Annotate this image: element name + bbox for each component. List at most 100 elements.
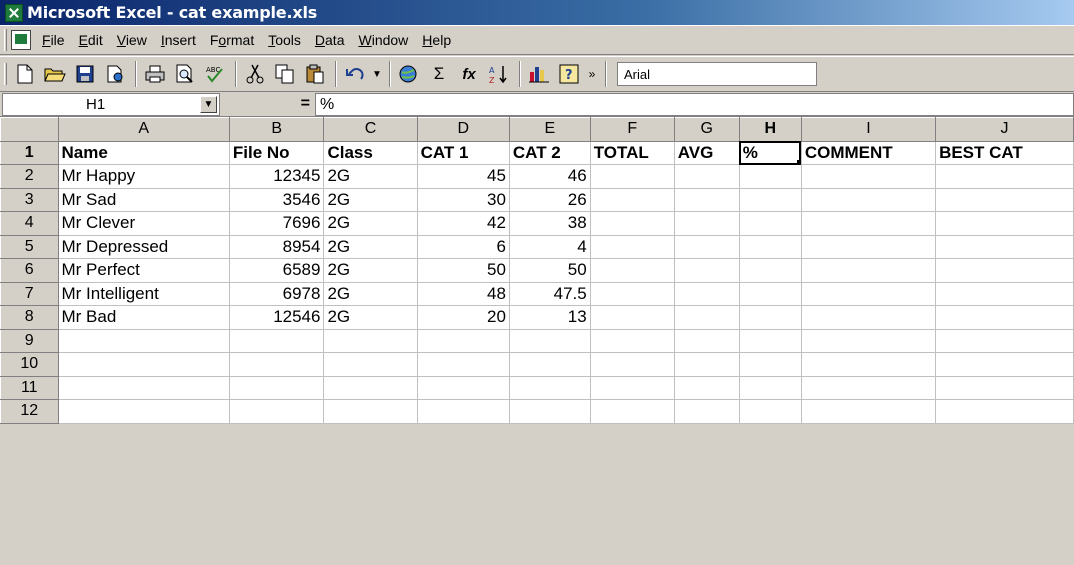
cell-e12[interactable] bbox=[508, 399, 591, 424]
hyperlink-icon[interactable] bbox=[395, 60, 423, 88]
cell-j8[interactable] bbox=[935, 305, 1074, 330]
cell-e3[interactable]: 26 bbox=[508, 187, 591, 212]
cell-f9[interactable] bbox=[589, 328, 675, 353]
cell-h9[interactable] bbox=[738, 328, 802, 353]
column-header-a[interactable]: A bbox=[57, 117, 230, 142]
cell-g6[interactable] bbox=[673, 258, 740, 283]
cell-g10[interactable] bbox=[673, 352, 740, 377]
cell-j6[interactable] bbox=[935, 258, 1074, 283]
cell-a7[interactable]: Mr Intelligent bbox=[57, 281, 230, 306]
cell-d8[interactable]: 20 bbox=[416, 305, 510, 330]
cell-h12[interactable] bbox=[738, 399, 802, 424]
menu-view[interactable]: View bbox=[110, 32, 154, 48]
select-all-button[interactable] bbox=[0, 117, 59, 142]
menu-grip[interactable] bbox=[4, 29, 7, 51]
row-header-7[interactable]: 7 bbox=[0, 281, 59, 306]
cell-b3[interactable]: 3546 bbox=[228, 187, 325, 212]
cell-d7[interactable]: 48 bbox=[416, 281, 510, 306]
cell-h10[interactable] bbox=[738, 352, 802, 377]
cell-h8[interactable] bbox=[738, 305, 802, 330]
cell-a10[interactable] bbox=[57, 352, 230, 377]
cell-a1[interactable]: Name bbox=[57, 140, 230, 165]
cell-h2[interactable] bbox=[738, 164, 802, 189]
cell-d2[interactable]: 45 bbox=[416, 164, 510, 189]
cell-d3[interactable]: 30 bbox=[416, 187, 510, 212]
cell-a4[interactable]: Mr Clever bbox=[57, 211, 230, 236]
cell-g2[interactable] bbox=[673, 164, 740, 189]
row-header-4[interactable]: 4 bbox=[0, 211, 59, 236]
cell-i1[interactable]: COMMENT bbox=[800, 140, 937, 165]
more-buttons-icon[interactable]: » bbox=[585, 60, 599, 88]
name-box[interactable]: H1 ▼ bbox=[2, 92, 220, 116]
cell-f6[interactable] bbox=[589, 258, 675, 283]
cell-b4[interactable]: 7696 bbox=[228, 211, 325, 236]
cell-d11[interactable] bbox=[416, 375, 510, 400]
cell-b2[interactable]: 12345 bbox=[228, 164, 325, 189]
cell-g4[interactable] bbox=[673, 211, 740, 236]
cell-h6[interactable] bbox=[738, 258, 802, 283]
new-icon[interactable] bbox=[11, 60, 39, 88]
cell-h1[interactable]: % bbox=[738, 140, 802, 165]
cell-i9[interactable] bbox=[800, 328, 937, 353]
cell-d12[interactable] bbox=[416, 399, 510, 424]
cell-d4[interactable]: 42 bbox=[416, 211, 510, 236]
font-name-field[interactable]: Arial bbox=[617, 62, 817, 86]
column-header-e[interactable]: E bbox=[508, 117, 591, 142]
cell-j5[interactable] bbox=[935, 234, 1074, 259]
cell-g8[interactable] bbox=[673, 305, 740, 330]
cell-e4[interactable]: 38 bbox=[508, 211, 591, 236]
cell-b8[interactable]: 12546 bbox=[228, 305, 325, 330]
cell-c2[interactable]: 2G bbox=[323, 164, 418, 189]
cell-b11[interactable] bbox=[228, 375, 325, 400]
menu-edit[interactable]: Edit bbox=[72, 32, 110, 48]
cell-c4[interactable]: 2G bbox=[323, 211, 418, 236]
cell-a8[interactable]: Mr Bad bbox=[57, 305, 230, 330]
cell-f11[interactable] bbox=[589, 375, 675, 400]
cell-d6[interactable]: 50 bbox=[416, 258, 510, 283]
row-header-11[interactable]: 11 bbox=[0, 375, 59, 400]
cell-e7[interactable]: 47.5 bbox=[508, 281, 591, 306]
cell-j12[interactable] bbox=[935, 399, 1074, 424]
workbook-icon[interactable] bbox=[11, 30, 31, 50]
enter-formula-button[interactable]: = bbox=[220, 95, 315, 113]
menu-data[interactable]: Data bbox=[308, 32, 352, 48]
toolbar-grip[interactable] bbox=[4, 63, 7, 85]
cell-a11[interactable] bbox=[57, 375, 230, 400]
cell-d9[interactable] bbox=[416, 328, 510, 353]
cell-g9[interactable] bbox=[673, 328, 740, 353]
cell-c8[interactable]: 2G bbox=[323, 305, 418, 330]
cell-c7[interactable]: 2G bbox=[323, 281, 418, 306]
print-preview-icon[interactable] bbox=[171, 60, 199, 88]
menu-tools[interactable]: Tools bbox=[261, 32, 308, 48]
cell-f8[interactable] bbox=[589, 305, 675, 330]
column-header-i[interactable]: I bbox=[800, 117, 937, 142]
cut-icon[interactable] bbox=[241, 60, 269, 88]
cell-c5[interactable]: 2G bbox=[323, 234, 418, 259]
cell-c10[interactable] bbox=[323, 352, 418, 377]
menu-help[interactable]: Help bbox=[415, 32, 458, 48]
column-header-c[interactable]: C bbox=[323, 117, 418, 142]
help-icon[interactable]: ? bbox=[555, 60, 583, 88]
row-header-1[interactable]: 1 bbox=[0, 140, 59, 165]
cell-e6[interactable]: 50 bbox=[508, 258, 591, 283]
cell-f4[interactable] bbox=[589, 211, 675, 236]
cell-h3[interactable] bbox=[738, 187, 802, 212]
cell-f7[interactable] bbox=[589, 281, 675, 306]
cell-a12[interactable] bbox=[57, 399, 230, 424]
column-header-h[interactable]: H bbox=[738, 117, 802, 142]
cell-h7[interactable] bbox=[738, 281, 802, 306]
copy-icon[interactable] bbox=[271, 60, 299, 88]
save-icon[interactable] bbox=[71, 60, 99, 88]
excel-app-icon[interactable] bbox=[5, 3, 23, 22]
cell-h4[interactable] bbox=[738, 211, 802, 236]
cell-g3[interactable] bbox=[673, 187, 740, 212]
spelling-icon[interactable]: ABC bbox=[201, 60, 229, 88]
cell-j4[interactable] bbox=[935, 211, 1074, 236]
cell-d10[interactable] bbox=[416, 352, 510, 377]
cell-i6[interactable] bbox=[800, 258, 937, 283]
cell-g7[interactable] bbox=[673, 281, 740, 306]
column-header-f[interactable]: F bbox=[589, 117, 675, 142]
cell-f2[interactable] bbox=[589, 164, 675, 189]
cell-b6[interactable]: 6589 bbox=[228, 258, 325, 283]
cell-b1[interactable]: File No bbox=[228, 140, 325, 165]
